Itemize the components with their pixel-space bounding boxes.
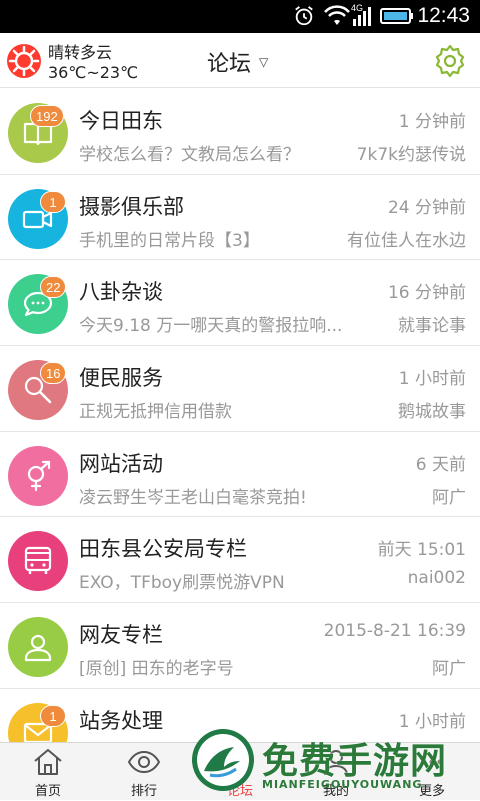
forum-row[interactable]: 22 八卦杂谈 今天9.18 万一哪天真的警报拉响... 16 分钟前 就事论事 — [0, 260, 480, 347]
forum-title: 便民服务 — [79, 366, 163, 391]
unread-count-badge: 1 — [40, 190, 66, 213]
last-post-time: 1 分钟前 — [398, 112, 466, 132]
nav-home[interactable]: 首页 — [0, 743, 96, 801]
forum-title: 摄影俱乐部 — [79, 194, 184, 219]
title-dropdown-icon[interactable]: ▽ — [259, 55, 268, 69]
eye-icon — [128, 750, 160, 774]
last-post-author: nai002 — [407, 568, 466, 589]
alarm-icon — [295, 6, 313, 26]
forum-row[interactable]: 田东县公安局专栏 EXO，TFboy刷票悦游VPN 前天 15:01 nai00… — [0, 517, 480, 604]
latest-post-title: EXO，TFboy刷票悦游VPN — [79, 573, 285, 594]
forum-title: 站务处理 — [79, 708, 163, 733]
clock-time: 12:43 — [417, 4, 470, 27]
unread-count-badge: 1 — [40, 704, 66, 727]
watermark-subtext: MIANFEIGOUYOUWANG — [262, 778, 423, 791]
weather-description: 晴转多云 — [48, 43, 113, 62]
last-post-author: 有位佳人在水边 — [347, 230, 466, 251]
forum-title: 网友专栏 — [79, 623, 163, 648]
unread-count-badge: 192 — [30, 105, 64, 127]
last-post-time: 1 小时前 — [398, 369, 466, 390]
forum-row[interactable]: 16 便民服务 正规无抵押信用借款 1 小时前 鹅城故事 — [0, 346, 480, 432]
last-post-author: 就事论事 — [398, 316, 466, 337]
forum-title: 八卦杂谈 — [79, 280, 163, 305]
signal-icon — [353, 7, 371, 26]
nav-label: 排行 — [130, 784, 157, 799]
latest-post-title: 凌云野生岑王老山白毫茶竞拍! — [79, 487, 307, 508]
page-title[interactable]: 论坛 — [207, 46, 251, 78]
app-header: 晴转多云 36℃~23℃ 论坛 ▽ — [0, 33, 480, 88]
last-post-author: 7k7k约瑟传说 — [356, 145, 466, 165]
forum-title: 田东县公安局专栏 — [79, 537, 247, 562]
forum-title: 网站活动 — [79, 451, 163, 476]
unread-count-badge: 16 — [40, 362, 67, 385]
forum-row[interactable]: 1 摄影俱乐部 手机里的日常片段【3】 24 分钟前 有位佳人在水边 — [0, 174, 480, 261]
forum-avatar — [8, 531, 68, 592]
settings-gear-icon[interactable] — [433, 44, 467, 78]
forum-list: 192 今日田东 学校怎么看？文教局怎么看？ 1 分钟前 7k7k约瑟传说 1 … — [0, 89, 480, 775]
last-post-time: 2015-8-21 16:39 — [323, 621, 466, 642]
status-bar: 4G 12:43 — [0, 0, 480, 33]
bus-icon — [24, 547, 52, 575]
last-post-time: 6 天前 — [415, 454, 466, 475]
watermark-logo-icon — [192, 729, 254, 791]
latest-post-title: 学校怎么看？文教局怎么看？ — [79, 145, 300, 165]
last-post-author: 鹅城故事 — [398, 402, 466, 423]
nav-ranking[interactable]: 排行 — [96, 743, 192, 801]
forum-row[interactable]: 网友专栏 [原创] 田东的老字号 2015-8-21 16:39 阿广 — [0, 603, 480, 689]
latest-post-title: 今天9.18 万一哪天真的警报拉响... — [79, 316, 343, 337]
latest-post-title: [原创] 田东的老字号 — [79, 659, 234, 680]
forum-row[interactable]: 网站活动 凌云野生岑王老山白毫茶竞拍! 6 天前 阿广 — [0, 431, 480, 518]
forum-row[interactable]: 192 今日田东 学校怎么看？文教局怎么看？ 1 分钟前 7k7k约瑟传说 — [0, 89, 480, 175]
nav-label: 首页 — [34, 784, 61, 799]
gender-icon — [27, 460, 51, 491]
last-post-author: 阿广 — [432, 659, 466, 680]
last-post-time: 16 分钟前 — [387, 283, 466, 304]
battery-icon — [380, 8, 413, 24]
sun-icon — [7, 44, 41, 78]
last-post-time: 24 分钟前 — [387, 197, 466, 218]
forum-avatar — [8, 445, 68, 506]
forum-avatar — [8, 617, 68, 678]
last-post-time: 前天 15:01 — [377, 540, 466, 561]
last-post-time: 1 小时前 — [398, 711, 466, 732]
latest-post-title: 正规无抵押信用借款 — [79, 402, 232, 423]
last-post-author: 阿广 — [432, 487, 466, 508]
home-icon — [34, 749, 62, 775]
wifi-icon — [324, 5, 350, 25]
watermark-text: 免费手游网 — [262, 741, 448, 782]
weather-temperature: 36℃~23℃ — [48, 63, 139, 82]
forum-title: 今日田东 — [79, 109, 163, 133]
latest-post-title: 手机里的日常片段【3】 — [79, 230, 260, 251]
user-icon — [24, 635, 52, 662]
